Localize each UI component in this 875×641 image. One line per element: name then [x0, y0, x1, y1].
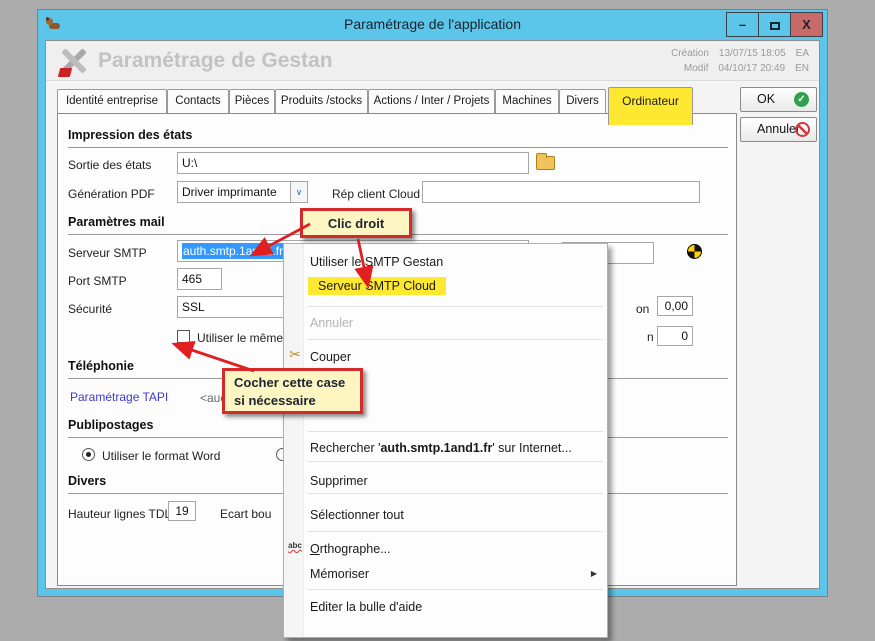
- ecart-label: Ecart bou: [220, 507, 271, 521]
- scissors-icon: ✂: [286, 346, 304, 363]
- menu-item-editer-bulle-aide[interactable]: Editer la bulle d'aide: [310, 596, 422, 618]
- tab-actions-inter-projets[interactable]: Actions / Inter / Projets: [368, 89, 495, 113]
- pdf-select[interactable]: Driver imprimante ∨: [177, 181, 308, 203]
- creation-label: Création: [671, 46, 709, 61]
- menu-separator: [308, 431, 603, 432]
- section-mail: Paramètres mail: [68, 215, 165, 229]
- smtp-selected-text: auth.smtp.1and1.fr: [182, 243, 284, 259]
- search-prefix: Rechercher ': [310, 441, 380, 455]
- cloud-input[interactable]: [422, 181, 700, 203]
- desktop: Paramétrage de l'application – X Paramét…: [0, 0, 875, 641]
- port-label: Port SMTP: [68, 274, 127, 288]
- window-title: Paramétrage de l'application: [38, 16, 827, 32]
- sortie-input[interactable]: [177, 152, 529, 174]
- chevron-down-icon[interactable]: ∨: [290, 182, 307, 202]
- smtp-label: Serveur SMTP: [68, 246, 147, 260]
- record-meta: Création 13/07/15 18:05 EA Modif 04/10/1…: [671, 46, 809, 76]
- tab-produits-stocks[interactable]: Produits /stocks: [275, 89, 368, 113]
- menu-item-selectionner-tout[interactable]: Sélectionner tout: [310, 504, 404, 526]
- menu-item-annuler[interactable]: Annuler: [310, 312, 353, 334]
- search-suffix: ' sur Internet...: [492, 441, 572, 455]
- menu-icon-gutter: [284, 244, 304, 637]
- cancel-button[interactable]: Annuler: [740, 117, 817, 142]
- pdf-label: Génération PDF: [68, 187, 155, 201]
- count-input[interactable]: [657, 326, 693, 346]
- cancel-label: Annuler: [757, 122, 800, 136]
- context-menu: Utiliser le SMTP Gestan Serveur SMTP Clo…: [283, 243, 608, 638]
- sortie-label: Sortie des états: [68, 158, 151, 172]
- ok-check-icon: ✓: [794, 92, 809, 107]
- close-button[interactable]: X: [790, 12, 823, 37]
- tdl-input[interactable]: [168, 501, 196, 521]
- amount-input[interactable]: [657, 296, 693, 316]
- security-label: Sécurité: [68, 302, 112, 316]
- callout-line1: Cocher cette case: [234, 374, 360, 392]
- spellcheck-abc-icon: abc: [286, 541, 304, 550]
- creation-value: 13/07/15 18:05: [719, 46, 786, 61]
- minimize-button[interactable]: –: [726, 12, 759, 37]
- globe-sphere-icon[interactable]: [687, 244, 702, 259]
- section-impression: Impression des états: [68, 128, 192, 142]
- ok-label: OK: [757, 92, 775, 106]
- menu-item-supprimer[interactable]: Supprimer: [310, 470, 368, 492]
- maximize-button[interactable]: [758, 12, 791, 37]
- spell-initial: O: [310, 542, 320, 556]
- tab-machines[interactable]: Machines: [495, 89, 559, 113]
- menu-separator: [308, 306, 603, 307]
- tab-ordinateur[interactable]: Ordinateur: [608, 87, 693, 125]
- spell-rest: rthographe...: [320, 542, 391, 556]
- menu-item-couper[interactable]: Couper: [310, 346, 351, 368]
- same-server-checkbox[interactable]: [177, 330, 190, 343]
- ok-button[interactable]: OK ✓: [740, 87, 817, 112]
- menu-item-memoriser[interactable]: Mémoriser: [310, 563, 369, 585]
- tapi-link[interactable]: Paramétrage TAPI: [70, 390, 168, 404]
- port-input[interactable]: [177, 268, 222, 290]
- tab-divers[interactable]: Divers: [559, 89, 606, 113]
- menu-item-rechercher[interactable]: Rechercher 'auth.smtp.1and1.fr' sur Inte…: [310, 437, 572, 459]
- menu-item-orthographe[interactable]: Orthographe...: [310, 538, 391, 560]
- security-select-value: SSL: [182, 300, 205, 314]
- callout-cocher-case: Cocher cette case si nécessaire: [222, 368, 363, 414]
- callout-line2: si nécessaire: [234, 392, 360, 410]
- pdf-select-value: Driver imprimante: [182, 185, 277, 199]
- menu-separator: [308, 493, 603, 494]
- cloud-label: Rép client Cloud: [332, 187, 420, 201]
- tab-identite-entreprise[interactable]: Identité entreprise: [57, 89, 167, 113]
- page-title: Paramétrage de Gestan: [98, 49, 333, 73]
- search-term: auth.smtp.1and1.fr: [380, 441, 492, 455]
- menu-separator: [308, 531, 603, 532]
- section-publipostages: Publipostages: [68, 418, 153, 432]
- menu-item-use-smtp-gestan[interactable]: Utiliser le SMTP Gestan: [310, 251, 443, 273]
- menu-item-serveur-smtp-cloud[interactable]: Serveur SMTP Cloud: [308, 277, 446, 295]
- menu-separator: [308, 339, 603, 340]
- creation-initials: EA: [796, 46, 809, 61]
- modif-value: 04/10/17 20:49: [718, 61, 785, 76]
- modif-label: Modif: [684, 61, 708, 76]
- cropped-amount-label: on: [636, 302, 649, 316]
- callout-clic-droit: Clic droit: [300, 208, 412, 238]
- tools-icon: [56, 44, 90, 78]
- divider: [68, 147, 728, 148]
- menu-separator: [308, 461, 603, 462]
- section-divers: Divers: [68, 474, 106, 488]
- tab-contacts[interactable]: Contacts: [167, 89, 229, 113]
- tab-pieces[interactable]: Pièces: [229, 89, 275, 113]
- folder-browse-icon[interactable]: [536, 156, 555, 170]
- submenu-arrow-icon: ▶: [591, 563, 597, 585]
- menu-separator: [308, 589, 603, 590]
- word-format-radio[interactable]: [82, 448, 95, 461]
- modif-initials: EN: [795, 61, 809, 76]
- word-format-label: Utiliser le format Word: [102, 449, 220, 463]
- title-bar[interactable]: Paramétrage de l'application – X: [38, 10, 827, 40]
- cropped-count-label: n: [647, 330, 654, 344]
- app-header: Paramétrage de Gestan Création 13/07/15 …: [46, 41, 819, 81]
- cancel-prohibition-icon: [795, 122, 810, 137]
- section-telephonie: Téléphonie: [68, 359, 134, 373]
- tdl-label: Hauteur lignes TDL: [68, 507, 171, 521]
- maximize-icon: [770, 22, 780, 30]
